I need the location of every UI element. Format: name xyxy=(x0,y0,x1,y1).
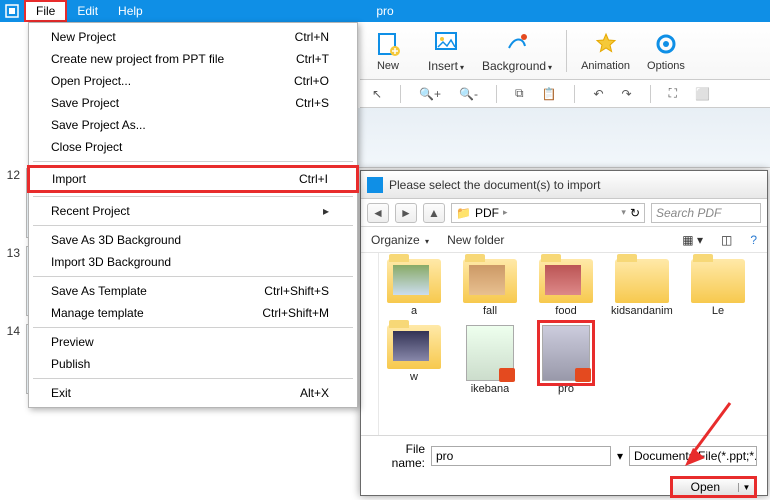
dialog-nav-bar: ◄ ► ▲ 📁 PDF ▸ ▾ ↻ Search PDF xyxy=(361,199,767,227)
file-menu-manage-template[interactable]: Manage templateCtrl+Shift+M xyxy=(29,302,357,324)
file-menu-recent[interactable]: Recent Project▸ xyxy=(29,200,357,222)
toolbar-insert-button[interactable]: Insert▾ xyxy=(424,29,468,73)
file-menu-save-3d-bg[interactable]: Save As 3D Background xyxy=(29,229,357,251)
file-menu-new-project[interactable]: New ProjectCtrl+N xyxy=(29,26,357,48)
menu-separator xyxy=(33,161,353,162)
view-options-icon[interactable]: ▦ ▾ xyxy=(682,233,703,247)
menu-file[interactable]: File xyxy=(24,0,67,22)
paste-icon[interactable]: 📋 xyxy=(542,87,557,101)
menu-separator xyxy=(33,225,353,226)
caret-down-icon: ▾ xyxy=(425,237,429,246)
file-menu-import-3d-bg[interactable]: Import 3D Background xyxy=(29,251,357,273)
menu-bar: File Edit Help pro xyxy=(0,0,770,22)
toolbar-separator xyxy=(496,85,497,103)
menu-help[interactable]: Help xyxy=(108,2,153,20)
file-type-dropdown[interactable]: Documents File(*.ppt;*.p▾ xyxy=(629,446,757,466)
file-name-label: File name: xyxy=(371,442,425,470)
zoom-out-icon[interactable]: 🔍- xyxy=(459,87,478,101)
folder-icon: 📁 xyxy=(456,206,471,220)
folder-item[interactable]: Le xyxy=(687,259,749,317)
folder-item[interactable]: a xyxy=(383,259,445,317)
toolbar-separator xyxy=(650,85,651,103)
file-name-input[interactable] xyxy=(431,446,611,466)
folder-item[interactable]: w xyxy=(383,325,445,395)
file-menu-save-template[interactable]: Save As TemplateCtrl+Shift+S xyxy=(29,280,357,302)
toolbar-separator xyxy=(566,30,567,72)
file-menu-preview[interactable]: Preview xyxy=(29,331,357,353)
file-menu-close[interactable]: Close Project xyxy=(29,136,357,158)
toolbar-animation-button[interactable]: Animation xyxy=(581,30,630,72)
file-menu-save[interactable]: Save ProjectCtrl+S xyxy=(29,92,357,114)
app-logo-icon xyxy=(0,0,24,22)
arrow-cursor-icon[interactable]: ↖ xyxy=(372,87,382,101)
nav-up-button[interactable]: ▲ xyxy=(423,203,445,223)
ppt-badge-icon xyxy=(499,368,515,382)
import-dialog: Please select the document(s) to import … xyxy=(360,170,768,496)
file-menu-from-ppt[interactable]: Create new project from PPT fileCtrl+T xyxy=(29,48,357,70)
toolbar-new-button[interactable]: New xyxy=(366,30,410,72)
file-item[interactable]: ikebana xyxy=(459,325,521,395)
main-toolbar: New Insert▾ Background▾ Animation Option… xyxy=(360,22,770,80)
background-icon xyxy=(503,29,531,57)
dialog-titlebar: Please select the document(s) to import xyxy=(361,171,767,199)
dialog-title: Please select the document(s) to import xyxy=(389,178,600,192)
file-list: a fall food kidsandanimals Le w ikebana … xyxy=(379,253,767,435)
new-folder-button[interactable]: New folder xyxy=(447,233,504,247)
menu-separator xyxy=(33,378,353,379)
nav-forward-button[interactable]: ► xyxy=(395,203,417,223)
insert-icon xyxy=(432,29,460,57)
chevron-right-icon: ▸ xyxy=(503,207,508,218)
caret-down-icon: ▾ xyxy=(548,63,552,72)
submenu-arrow-icon: ▸ xyxy=(323,204,329,218)
address-bar[interactable]: 📁 PDF ▸ ▾ ↻ xyxy=(451,203,645,223)
nav-back-button[interactable]: ◄ xyxy=(367,203,389,223)
open-button[interactable]: Open ▼ xyxy=(670,476,757,498)
new-icon xyxy=(374,30,402,58)
toolbar-options-button[interactable]: Options xyxy=(644,30,688,72)
menu-separator xyxy=(33,327,353,328)
undo-icon[interactable]: ↶ xyxy=(593,87,603,101)
folder-item[interactable]: fall xyxy=(459,259,521,317)
help-icon[interactable]: ? xyxy=(750,233,757,247)
file-menu-publish[interactable]: Publish xyxy=(29,353,357,375)
caret-down-icon: ▾ xyxy=(460,63,464,72)
dialog-footer: File name: ▾ Documents File(*.ppt;*.p▾ O… xyxy=(361,435,767,495)
menu-separator xyxy=(33,196,353,197)
animation-icon xyxy=(592,30,620,58)
ppt-badge-icon xyxy=(575,368,591,382)
toolbar-separator xyxy=(574,85,575,103)
fit-icon[interactable]: ⛶ xyxy=(669,86,677,101)
file-name-dropdown-icon[interactable]: ▾ xyxy=(617,449,623,463)
toolbar-background-button[interactable]: Background▾ xyxy=(482,29,552,73)
chevron-down-icon[interactable]: ▾ xyxy=(621,207,626,218)
file-menu-exit[interactable]: ExitAlt+X xyxy=(29,382,357,404)
gear-icon xyxy=(652,30,680,58)
organize-button[interactable]: Organize ▾ xyxy=(371,233,429,247)
menu-separator xyxy=(33,276,353,277)
fullscreen-icon[interactable]: ⬜ xyxy=(695,87,710,101)
file-item-selected[interactable]: pro xyxy=(535,325,597,395)
preview-pane-icon[interactable]: ◫ xyxy=(721,233,732,247)
app-title: pro xyxy=(376,4,393,18)
file-menu-dropdown: New ProjectCtrl+N Create new project fro… xyxy=(28,22,358,408)
file-menu-import[interactable]: ImportCtrl+I xyxy=(27,165,359,193)
dialog-sidebar[interactable] xyxy=(361,253,379,435)
toolbar-separator xyxy=(400,85,401,103)
secondary-toolbar: ↖ 🔍+ 🔍- ⧉ 📋 ↶ ↷ ⛶ ⬜ xyxy=(360,80,770,108)
folder-item[interactable]: kidsandanimals xyxy=(611,259,673,317)
refresh-icon[interactable]: ↻ xyxy=(630,206,640,220)
folder-item[interactable]: food xyxy=(535,259,597,317)
file-menu-save-as[interactable]: Save Project As... xyxy=(29,114,357,136)
zoom-in-icon[interactable]: 🔍+ xyxy=(419,87,441,101)
file-menu-open[interactable]: Open Project...Ctrl+O xyxy=(29,70,357,92)
menu-edit[interactable]: Edit xyxy=(67,2,108,20)
open-split-dropdown[interactable]: ▼ xyxy=(738,483,754,492)
dialog-app-icon xyxy=(367,177,383,193)
redo-icon[interactable]: ↷ xyxy=(622,87,632,101)
search-input[interactable]: Search PDF xyxy=(651,203,761,223)
copy-icon[interactable]: ⧉ xyxy=(515,86,524,101)
dialog-toolbar: Organize ▾ New folder ▦ ▾ ◫ ? xyxy=(361,227,767,253)
